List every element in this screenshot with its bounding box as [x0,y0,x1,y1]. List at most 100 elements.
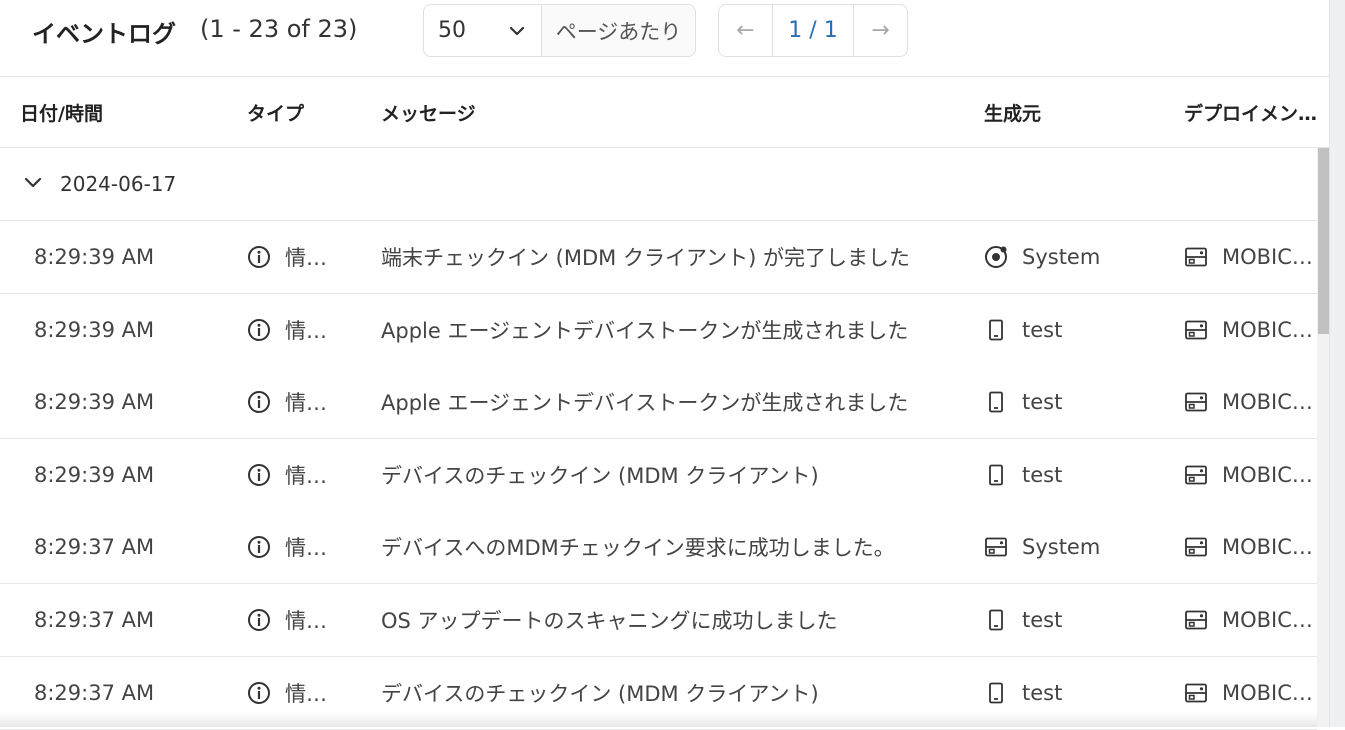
bottom-fade [0,712,1317,727]
server-icon [984,535,1008,559]
info-icon [247,608,271,632]
message-text: OS アップデートのスキャニングに成功しました [381,609,838,633]
cell-message: デバイスのチェックイン (MDM クライアント) [381,439,971,511]
cell-source: test [984,294,1174,366]
message-text: デバイスのチェックイン (MDM クライアント) [381,681,819,706]
message-text: デバイスのチェックイン (MDM クライアント) [381,463,819,488]
system-icon [984,245,1008,269]
type-text: 情… [285,536,327,561]
cell-deployment: MOBIC… [1184,439,1317,511]
info-icon [247,318,271,342]
cell-source: System [984,511,1174,583]
deployment-text: MOBIC… [1222,535,1313,560]
table-row[interactable]: 8:29:37 AM 情… OS アップデートのスキャニングに成功しました test M… [0,584,1317,657]
cell-source: test [984,366,1174,438]
device-icon [984,608,1008,632]
device-icon [984,463,1008,487]
cell-message: デバイスへのMDMチェックイン要求に成功しました。 [381,511,971,583]
source-text: test [1022,608,1063,632]
type-text: 情… [285,391,327,416]
cell-deployment: MOBIC… [1184,294,1317,366]
result-count: (1 - 23 of 23) [200,15,358,43]
server-icon [1184,318,1208,342]
column-header-deployment[interactable]: デプロイメン… [1184,77,1329,147]
cell-type: 情… [247,584,347,656]
cell-message: Apple エージェントデバイストークンが生成されました [381,294,971,366]
cell-type: 情… [247,294,347,366]
cell-time: 8:29:37 AM [34,584,234,656]
deployment-text: MOBIC… [1222,680,1313,705]
toolbar: イベントログ (1 - 23 of 23) 50 ページあたり ← 1 / 1 … [0,0,1329,77]
time-text: 8:29:37 AM [34,608,155,632]
server-icon [1184,681,1208,705]
cell-source: System [984,221,1174,293]
table-row[interactable]: 8:29:39 AM 情… Apple エージェントデバイストークンが生成されました… [0,366,1317,440]
table-row[interactable]: 8:29:37 AM 情… デバイスへのMDMチェックイン要求に成功しました。 Sys… [0,511,1317,585]
deployment-text: MOBIC… [1222,317,1313,342]
page-title: イベントログ [32,20,176,48]
per-page-label: ページあたり [542,5,695,56]
device-icon [984,681,1008,705]
time-text: 8:29:37 AM [34,680,155,705]
message-text: 端末チェックイン (MDM クライアント) が完了しました [381,246,910,270]
group-date: 2024-06-17 [60,172,177,196]
type-text: 情… [285,318,327,343]
device-icon [984,390,1008,414]
cell-deployment: MOBIC… [1184,366,1317,438]
column-header-datetime[interactable]: 日付/時間 [20,77,220,147]
cell-time: 8:29:39 AM [34,366,234,438]
server-icon [1184,463,1208,487]
message-text: Apple エージェントデバイストークンが生成されました [381,318,909,343]
per-page-control: 50 ページあたり [423,4,696,57]
source-text: System [1022,535,1101,560]
cell-message: 端末チェックイン (MDM クライアント) が完了しました [381,221,971,293]
source-text: test [1022,317,1063,342]
info-icon [247,390,271,414]
cell-time: 8:29:39 AM [34,294,234,366]
cell-message: Apple エージェントデバイストークンが生成されました [381,366,971,438]
info-icon [247,463,271,487]
time-text: 8:29:39 AM [34,245,155,269]
cell-source: test [984,439,1174,511]
chevron-down-icon[interactable] [22,172,44,194]
server-icon [1184,245,1208,269]
type-text: 情… [285,463,327,488]
table-row[interactable]: 8:29:39 AM 情… Apple エージェントデバイストークンが生成されました… [0,293,1317,367]
type-text: 情… [285,246,327,270]
cell-type: 情… [247,366,347,438]
group-row[interactable]: 2024-06-17 [0,148,1317,221]
info-icon [247,245,271,269]
next-page-button[interactable]: → [854,5,907,56]
deployment-text: MOBIC… [1222,462,1313,487]
table-row[interactable]: 8:29:39 AM 情… デバイスのチェックイン (MDM クライアント) test… [0,438,1317,512]
cell-source: test [984,584,1174,656]
deployment-text: MOBIC… [1222,608,1313,632]
cell-message: OS アップデートのスキャニングに成功しました [381,584,971,656]
cell-type: 情… [247,511,347,583]
source-text: test [1022,462,1063,487]
message-text: Apple エージェントデバイストークンが生成されました [381,391,909,416]
per-page-select[interactable]: 50 [424,5,542,56]
cell-time: 8:29:39 AM [34,439,234,511]
right-gutter [1329,0,1345,727]
type-text: 情… [285,609,327,633]
time-text: 8:29:39 AM [34,462,155,487]
prev-page-button[interactable]: ← [719,5,772,56]
table-row[interactable]: 8:29:39 AM 情… 端末チェックイン (MDM クライアント) が完了しまし… [0,221,1317,294]
source-text: test [1022,680,1063,705]
info-icon [247,681,271,705]
column-header-type[interactable]: タイプ [247,77,347,147]
table-header: 日付/時間 タイプ メッセージ 生成元 デプロイメン… [0,77,1329,148]
server-icon [1184,535,1208,559]
cell-deployment: MOBIC… [1184,511,1317,583]
server-icon [1184,390,1208,414]
column-header-message[interactable]: メッセージ [381,77,681,147]
cell-deployment: MOBIC… [1184,221,1317,293]
pagination: ← 1 / 1 → [718,4,908,57]
time-text: 8:29:37 AM [34,535,155,560]
deployment-text: MOBIC… [1222,245,1313,269]
vertical-scrollbar-thumb[interactable] [1318,148,1329,334]
chevron-down-icon [507,21,527,41]
column-header-source[interactable]: 生成元 [984,77,1134,147]
source-text: test [1022,390,1063,415]
